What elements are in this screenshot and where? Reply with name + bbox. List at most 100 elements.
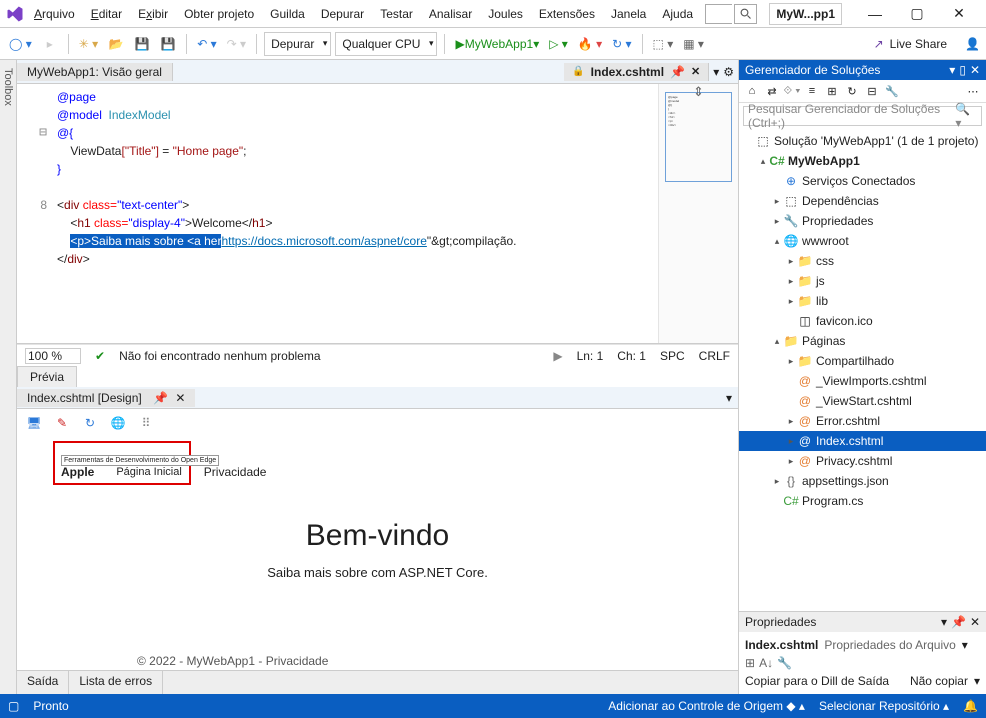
tree-lib[interactable]: ▸📁lib [739,291,986,311]
tab-overflow-icon[interactable]: ▾ [720,391,738,405]
tree-css[interactable]: ▸📁css [739,251,986,271]
solution-tree[interactable]: ⬚Solução 'MyWebApp1' (1 de 1 projeto) ▴C… [739,129,986,611]
select-repo[interactable]: Selecionar Repositório ▴ [819,699,949,713]
tree-solution[interactable]: ⬚Solução 'MyWebApp1' (1 de 1 projeto) [739,131,986,151]
panel-dropdown-icon[interactable]: ▾ [949,63,955,77]
tree-index[interactable]: ▸@Index.cshtml [739,431,986,451]
tree-program[interactable]: C#Program.cs [739,491,986,511]
browser-link-icon[interactable]: ⬚ ▾ [650,32,677,56]
menu-testar[interactable]: Testar [372,3,421,25]
tab-overflow-icon[interactable]: ▾ [713,65,719,79]
open-icon[interactable]: 📂 [105,32,127,56]
code-editor[interactable]: ⊟8 @page @model IndexModel @{ ViewData["… [17,84,738,344]
categorize-icon[interactable]: ⊞ [745,656,755,670]
save-all-icon[interactable]: 💾 [157,32,179,56]
output-icon[interactable]: ▢ [8,699,19,713]
menu-exibir[interactable]: Exibir [130,3,176,25]
more-icon[interactable]: ⋯ [964,82,982,100]
nav-home[interactable]: Página Inicial [116,466,181,478]
properties-icon[interactable]: 🔧 [883,82,901,100]
gear-icon[interactable]: ⚙ [723,65,734,79]
refresh-icon[interactable]: ↻ ▾ [609,32,634,56]
search-input[interactable] [705,4,732,24]
preview-tab[interactable]: Prévia [17,366,77,387]
refresh-icon[interactable]: ↻ [81,414,99,432]
tree-favicon[interactable]: ◫favicon.ico [739,311,986,331]
tree-viewimports[interactable]: @_ViewImports.cshtml [739,371,986,391]
tree-appsettings[interactable]: ▸{}appsettings.json [739,471,986,491]
menu-depurar[interactable]: Depurar [313,3,372,25]
tree-deps[interactable]: ▸⬚Dependências [739,191,986,211]
close-icon[interactable]: ✕ [970,615,980,629]
home-icon[interactable]: ⌂ [743,82,761,100]
menu-obter[interactable]: Obter projeto [176,3,262,25]
nav-fwd-icon[interactable]: ▸ [39,32,61,56]
refresh-icon[interactable]: ↻ [843,82,861,100]
tree-pages[interactable]: ▴📁Páginas [739,331,986,351]
solution-search[interactable]: Pesquisar Gerenciador de Soluções (Ctrl+… [743,106,982,126]
tree-error[interactable]: ▸@Error.cshtml [739,411,986,431]
menu-guilda[interactable]: Guilda [262,3,313,25]
solution-name[interactable]: MyW...pp1 [769,3,842,25]
pin-icon[interactable]: 📌 [670,65,685,79]
splitter-icon[interactable]: ⇕ [693,84,704,100]
undo-icon[interactable]: ↶ ▾ [194,32,219,56]
account-icon[interactable]: 👤 [965,37,980,51]
maximize-button[interactable]: ▢ [896,1,938,27]
tree-viewstart[interactable]: @_ViewStart.cshtml [739,391,986,411]
design-preview[interactable]: Ferramentas de Desenvolvimento do Open E… [17,437,738,670]
dropdown-icon[interactable]: ▾ [941,615,947,629]
wrench-icon[interactable]: 🔧 [777,656,792,670]
layout-icon[interactable]: ▦ ▾ [680,32,707,56]
footer-app[interactable]: MyWebApp1 - Privacidade [187,654,329,668]
menu-janela[interactable]: Janela [603,3,654,25]
menu-arquivo[interactable]: Arquivo [26,3,83,25]
nav-brand[interactable]: Apple [61,465,94,479]
pin-icon[interactable]: 📌 [951,615,966,629]
sync-icon[interactable]: ⟐ ▾ [783,82,801,100]
minimize-button[interactable]: — [854,1,896,27]
nav-privacy[interactable]: Privacidade [204,465,267,479]
edit-icon[interactable]: ✎ [53,414,71,432]
tree-props[interactable]: ▸🔧Propriedades [739,211,986,231]
dropdown-icon[interactable]: ▾ [962,638,968,652]
platform-dropdown[interactable]: Qualquer CPU [335,32,437,56]
tree-privacy[interactable]: ▸@Privacy.cshtml [739,451,986,471]
bell-icon[interactable]: 🔔 [963,699,978,713]
search-icon[interactable] [734,4,757,24]
prop-value[interactable]: Não copiar [910,674,968,688]
new-project-icon[interactable]: ✳ ▾ [76,32,101,56]
monitor-icon[interactable]: 🖥 [25,414,43,432]
tree-js[interactable]: ▸📁js [739,271,986,291]
pin-icon[interactable]: 📌 [153,391,168,405]
nav-back-icon[interactable]: ◯ ▾ [6,32,35,56]
redo-icon[interactable]: ↷ ▾ [224,32,249,56]
menu-editar[interactable]: Editar [83,3,130,25]
code-url[interactable]: https://docs.microsoft.com/aspnet/core [221,234,426,248]
close-icon[interactable]: ✕ [970,63,980,77]
liveshare-button[interactable]: Live Share [890,37,947,51]
menu-extensoes[interactable]: Extensões [531,3,603,25]
caret-nav-icon[interactable]: ▶ [553,349,562,363]
tree-shared[interactable]: ▸📁Compartilhado [739,351,986,371]
minimap[interactable]: ⇕ @page@model@{}<div><h1><p></div> [658,84,738,343]
showall-icon[interactable]: ⊞ [823,82,841,100]
add-source-control[interactable]: Adicionar ao Controle de Origem ◆ ▴ [608,699,805,713]
tab-index-cshtml[interactable]: 🔒 Index.cshtml 📌 ✕ [564,63,709,81]
menu-analisar[interactable]: Analisar [421,3,480,25]
code-text[interactable]: ⊟8 @page @model IndexModel @{ ViewData["… [17,84,658,343]
sort-icon[interactable]: A↓ [759,656,773,670]
close-button[interactable]: ✕ [938,1,980,27]
start-button[interactable]: ▶ MyWebApp1 ▾ [452,32,542,56]
globe-icon[interactable]: 🌐 [109,414,127,432]
filter-icon[interactable]: ≡ [803,82,821,100]
start-nodebug-icon[interactable]: ▷ ▾ [546,32,571,56]
tab-errorlist[interactable]: Lista de erros [69,671,163,694]
settings-icon[interactable]: ⠿ [137,414,155,432]
tree-wwwroot[interactable]: ▴🌐wwwroot [739,231,986,251]
zoom-dropdown[interactable]: 100 % [25,348,81,364]
toolbox-tab[interactable]: Toolbox [0,60,17,694]
properties-header[interactable]: Propriedades ▾ 📌 ✕ [739,612,986,632]
menu-ajuda[interactable]: Ajuda [654,3,701,25]
tree-connected[interactable]: ⊕Serviços Conectados [739,171,986,191]
